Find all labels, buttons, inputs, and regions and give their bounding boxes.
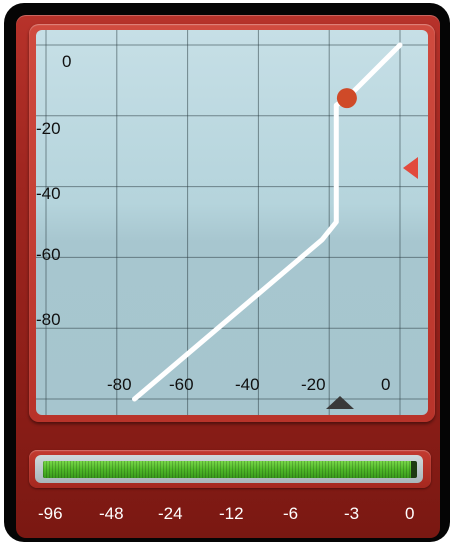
x-tick-minus-20: -20 bbox=[301, 375, 326, 394]
x-tick-minus-40: -40 bbox=[235, 375, 260, 394]
meter-label-minus-3: -3 bbox=[344, 504, 360, 523]
y-tick-0: 0 bbox=[62, 52, 72, 71]
transfer-curve-graph[interactable]: 0 -20 -40 -60 -80 -80 -60 -40 -20 0 bbox=[36, 30, 428, 415]
x-tick-minus-60: -60 bbox=[169, 375, 194, 394]
graph-grid bbox=[36, 30, 428, 415]
input-level-marker[interactable] bbox=[326, 396, 354, 409]
transfer-curve-svg bbox=[36, 30, 428, 415]
meter-label-minus-6: -6 bbox=[283, 504, 299, 523]
x-tick-minus-80: -80 bbox=[107, 375, 132, 394]
threshold-handle[interactable] bbox=[336, 88, 357, 109]
meter-label-minus-12: -12 bbox=[219, 504, 244, 523]
meter-label-minus-96: -96 bbox=[38, 504, 63, 523]
output-level-marker[interactable] bbox=[403, 157, 418, 179]
level-meter-fill bbox=[43, 461, 412, 478]
meter-label-minus-48: -48 bbox=[99, 504, 124, 523]
y-tick-minus-20: -20 bbox=[36, 119, 61, 138]
meter-label-minus-24: -24 bbox=[158, 504, 183, 523]
y-tick-minus-60: -60 bbox=[36, 245, 61, 264]
y-tick-minus-80: -80 bbox=[36, 310, 61, 329]
meter-label-0: 0 bbox=[405, 504, 415, 523]
y-tick-minus-40: -40 bbox=[36, 184, 61, 203]
x-tick-0: 0 bbox=[381, 375, 391, 394]
level-meter bbox=[43, 461, 417, 478]
transfer-curve bbox=[132, 42, 403, 402]
